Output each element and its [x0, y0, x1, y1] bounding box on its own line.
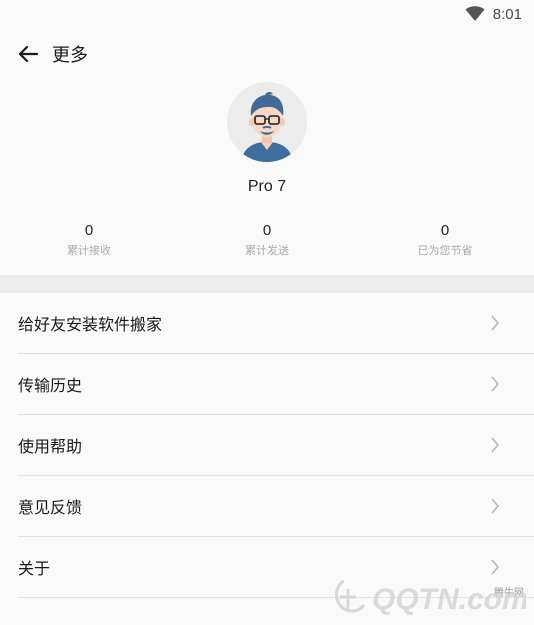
stat-value: 0: [262, 222, 272, 239]
app-bar: 更多: [0, 28, 534, 80]
watermark-logo-text: QQTN.com: [372, 583, 526, 616]
menu-item-label: 关于: [18, 559, 51, 578]
stats-row: 0 累计接收 0 累计发送 0 已为您节省: [0, 222, 534, 258]
menu-item-label: 意见反馈: [18, 498, 83, 517]
stat-label: 累计接收: [67, 244, 111, 257]
stat-value: 0: [84, 222, 94, 239]
avatar-illustration-icon: [227, 82, 307, 162]
menu-item-label: 使用帮助: [18, 437, 83, 456]
back-button[interactable]: [14, 40, 42, 68]
chevron-right-icon: [491, 315, 499, 331]
stat-label: 已为您节省: [417, 244, 473, 257]
section-divider: [0, 275, 534, 293]
menu-item-label: 给好友安装软件搬家: [18, 315, 163, 334]
menu-item-help[interactable]: 使用帮助: [18, 415, 534, 476]
arrow-left-icon: [18, 45, 39, 63]
chevron-right-icon: [491, 376, 499, 392]
wifi-icon: [465, 6, 485, 21]
stat-saved: 0 已为您节省: [356, 222, 534, 258]
status-time: 8:01: [492, 5, 522, 23]
chevron-right-icon: [491, 559, 499, 575]
status-bar: 8:01: [0, 0, 534, 28]
watermark: QQTN.com: [326, 575, 526, 619]
stat-received: 0 累计接收: [0, 222, 178, 258]
page-title: 更多: [52, 45, 88, 66]
stat-sent: 0 累计发送: [178, 222, 356, 258]
menu-item-install-for-friend[interactable]: 给好友安装软件搬家: [18, 293, 534, 354]
watermark-logo-icon: QQTN.com: [335, 579, 526, 616]
menu-list: 给好友安装软件搬家 传输历史 使用帮助 意见反馈 关于: [0, 293, 534, 598]
avatar[interactable]: [227, 82, 307, 162]
menu-item-label: 传输历史: [18, 376, 83, 395]
chevron-right-icon: [491, 498, 499, 514]
profile-section: Pro 7 0 累计接收 0 累计发送 0 已为您节省: [0, 80, 534, 258]
menu-item-feedback[interactable]: 意见反馈: [18, 476, 534, 537]
chevron-right-icon: [491, 437, 499, 453]
stat-value: 0: [440, 222, 450, 239]
menu-item-transfer-history[interactable]: 传输历史: [18, 354, 534, 415]
device-name: Pro 7: [247, 178, 287, 195]
stat-label: 累计发送: [245, 244, 289, 257]
